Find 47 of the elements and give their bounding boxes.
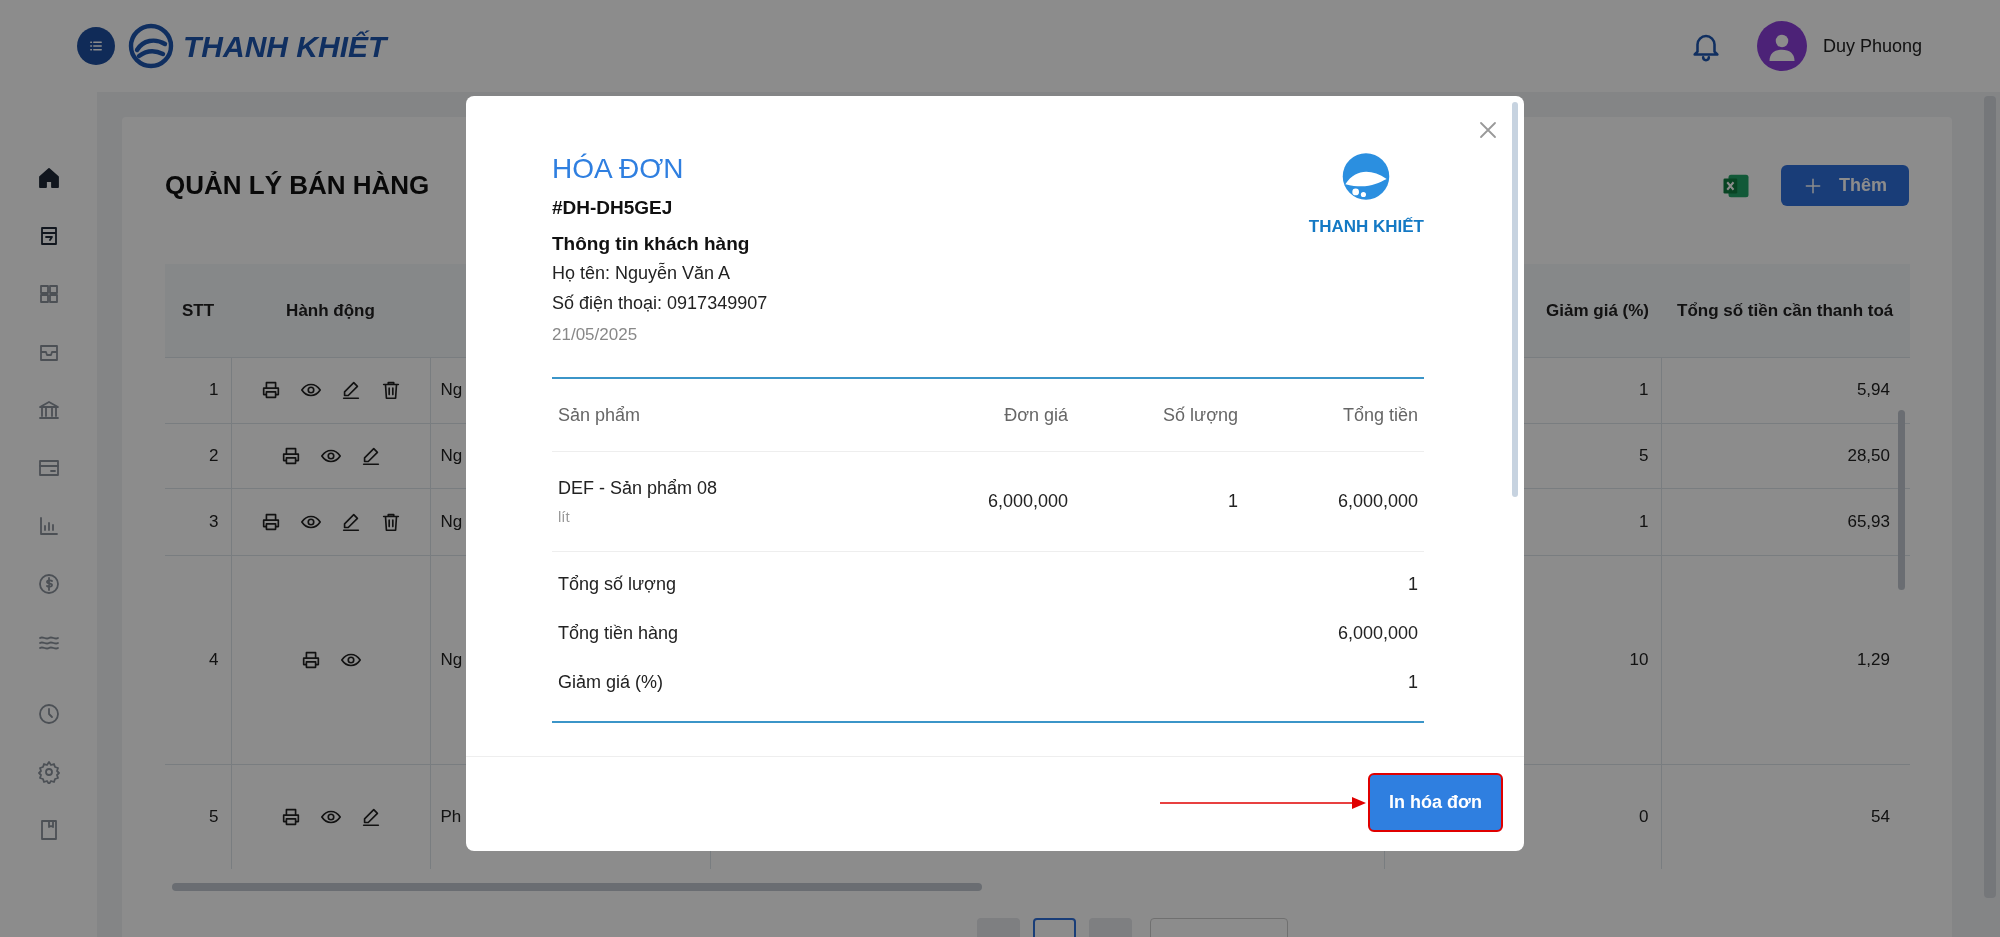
quantity: 1 [1227,490,1238,513]
summary-label: Tổng số lượng [558,573,676,596]
unit-price: 6,000,000 [986,490,1068,513]
column-header: Số lượng [1162,403,1238,427]
invoice-date: 21/05/2025 [552,324,639,346]
customer-phone: Số điện thoại: 0917349907 [552,292,768,315]
column-header: Hành động [231,264,430,357]
add-button[interactable]: Thêm [1781,165,1909,206]
table-cell: 65,93 [1661,488,1910,555]
menu-button[interactable] [77,27,115,65]
summary-value: 1 [1408,671,1418,694]
user-name: Duy Phuong [1822,34,1922,58]
invoice-code: #DH-DH5GEJ [552,196,674,220]
table-cell: 1 [165,357,231,423]
table-cell: 2 [165,423,231,488]
summary-value: 1 [1408,573,1418,596]
table-cell: 3 [165,488,231,555]
scrollbar[interactable] [1898,410,1905,590]
section-heading: Thông tin khách hàng [552,232,751,256]
table-cell: 4 [165,555,231,764]
table-cell: 5,94 [1661,357,1910,423]
page-title: QUẢN LÝ BÁN HÀNG [165,169,430,202]
scrollbar[interactable] [172,883,982,891]
column-header: Đơn giá [1003,403,1068,427]
column-header: Tổng số tiền cần thanh toá [1661,264,1910,357]
column-header: STT [165,264,231,357]
table-cell: 54 [1661,764,1910,869]
table-cell: 1,29 [1661,555,1910,764]
summary-label: Giảm giá (%) [558,671,664,694]
invoice-title: HÓA ĐƠN [552,152,685,186]
scrollbar[interactable] [1512,102,1518,497]
brand-name: THANH KHIẾT [1308,216,1424,238]
column-header: Giảm giá (%) [1384,264,1661,357]
avatar[interactable] [1756,21,1807,71]
print-invoice-button[interactable]: In hóa đơn [1368,773,1503,832]
bank-icon [36,398,61,422]
brand-name: THANH KHIẾT [183,28,387,65]
summary-label: Tổng tiền hàng [558,622,679,645]
table-cell: 5 [165,764,231,869]
wave-logo-icon [127,22,175,70]
customer-name: Họ tên: Nguyễn Văn A [552,261,732,285]
settings-icon [36,760,61,784]
dollar-icon [36,572,61,596]
product-unit: lít [558,506,571,527]
clock-icon [36,702,61,726]
home-icon [36,166,61,190]
table-cell: 28,50 [1661,423,1910,488]
